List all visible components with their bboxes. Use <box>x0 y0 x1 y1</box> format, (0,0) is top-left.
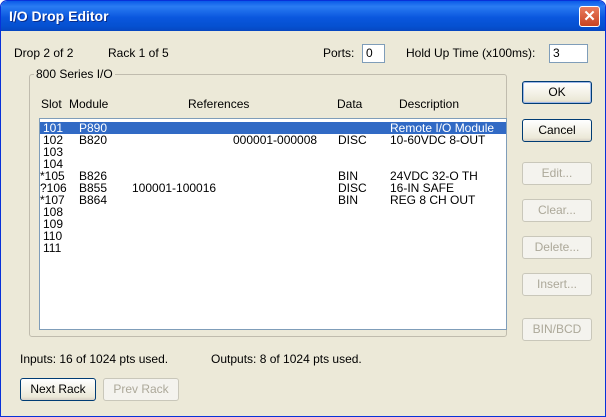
rack-label: Rack 1 of 5 <box>108 46 169 60</box>
window-title: I/O Drop Editor <box>9 8 109 24</box>
list-row[interactable]: 111 <box>40 242 506 254</box>
list-row[interactable]: 110 <box>40 230 506 242</box>
outputs-status: Outputs: 8 of 1024 pts used. <box>211 352 362 366</box>
row-description: 10-60VDC 8-OUT <box>390 133 486 147</box>
column-data: Data <box>337 97 363 111</box>
row-references: 100001-100016 <box>132 181 217 195</box>
holdup-label: Hold Up Time (x100ms): <box>406 46 536 60</box>
ok-button[interactable]: OK <box>522 81 592 104</box>
row-slot: 111 <box>43 241 62 255</box>
prev-rack-button[interactable]: Prev Rack <box>103 378 179 401</box>
close-icon[interactable]: ✕ <box>579 6 600 27</box>
next-rack-button[interactable]: Next Rack <box>20 378 96 401</box>
module-list[interactable]: 101 P890 Remote I/O Module 102 B820 0000… <box>39 118 507 330</box>
row-data: BIN <box>338 193 359 207</box>
list-row[interactable]: 103 <box>40 146 506 158</box>
group-title: 800 Series I/O <box>36 67 113 81</box>
drop-label: Drop 2 of 2 <box>14 46 74 60</box>
list-row[interactable]: *107 B864 BIN REG 8 CH OUT <box>40 194 506 206</box>
edit-button[interactable]: Edit... <box>522 162 592 185</box>
holdup-input[interactable]: 3 <box>549 44 588 63</box>
list-row[interactable]: 108 <box>40 206 506 218</box>
inputs-status: Inputs: 16 of 1024 pts used. <box>20 352 169 366</box>
bin-bcd-button[interactable]: BIN/BCD <box>522 318 592 341</box>
row-module: B864 <box>79 193 108 207</box>
column-module: Module <box>69 97 109 111</box>
list-row[interactable]: 109 <box>40 218 506 230</box>
ports-input[interactable]: 0 <box>362 44 385 63</box>
ports-label: Ports: <box>323 46 355 60</box>
column-references: References <box>188 97 250 111</box>
row-module: B820 <box>79 133 108 147</box>
delete-button[interactable]: Delete... <box>522 236 592 259</box>
clear-button[interactable]: Clear... <box>522 199 592 222</box>
cancel-button[interactable]: Cancel <box>522 119 592 142</box>
io-drop-editor-window: I/O Drop Editor ✕ Drop 2 of 2 Rack 1 of … <box>0 0 606 417</box>
column-description: Description <box>399 97 460 111</box>
row-description: REG 8 CH OUT <box>390 193 476 207</box>
column-slot: Slot <box>41 97 62 111</box>
insert-button[interactable]: Insert... <box>522 273 592 296</box>
row-references: 000001-000008 <box>233 133 318 147</box>
row-data: DISC <box>338 133 367 147</box>
list-row[interactable]: 102 B820 000001-000008 DISC 10-60VDC 8-O… <box>40 134 506 146</box>
title-bar[interactable]: I/O Drop Editor ✕ <box>1 1 605 31</box>
